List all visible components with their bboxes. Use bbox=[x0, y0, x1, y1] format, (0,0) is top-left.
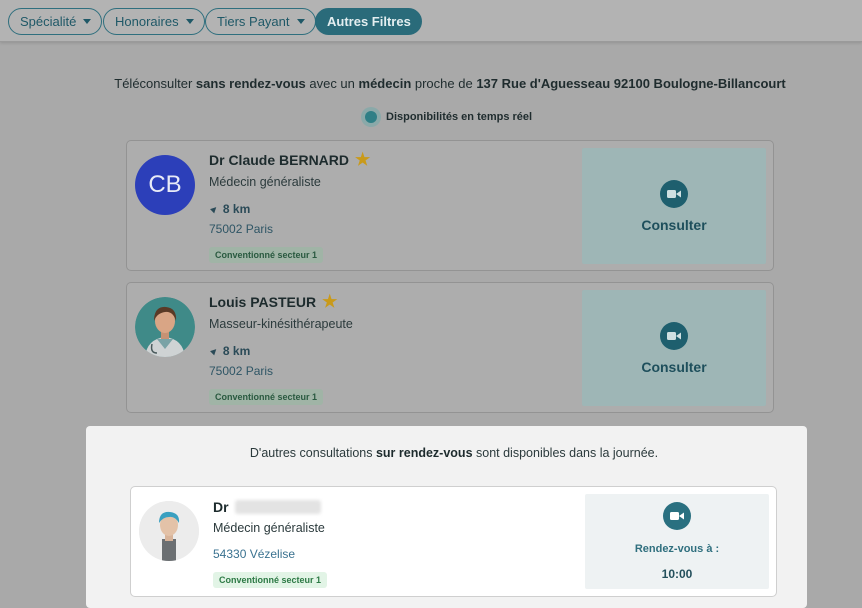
appointment-label: Rendez-vous à : bbox=[634, 543, 720, 555]
doctor-distance: ▲ 8 km bbox=[206, 201, 251, 217]
video-camera-icon bbox=[660, 321, 688, 350]
chevron-down-icon bbox=[296, 19, 305, 24]
chevron-down-icon bbox=[185, 19, 194, 24]
status-badge: Conventionné secteur 1 bbox=[209, 247, 324, 263]
live-indicator-icon bbox=[361, 107, 381, 127]
doctor-specialty: Masseur-kinésithérapeute bbox=[209, 317, 353, 331]
avatar: CB bbox=[135, 155, 195, 215]
chevron-down-icon bbox=[83, 19, 92, 24]
blurred-name bbox=[234, 500, 321, 514]
consult-label: Consulter bbox=[641, 216, 707, 233]
intro-text: proche de bbox=[411, 76, 477, 91]
intro-text: Téléconsulter bbox=[114, 76, 196, 91]
search-intro: Téléconsulter sans rendez-vous avec un m… bbox=[0, 76, 862, 91]
distance-value: 8 km bbox=[222, 344, 251, 358]
message-highlight: sur rendez-vous bbox=[375, 446, 473, 460]
doctor-name-text: Louis PASTEUR bbox=[209, 293, 317, 310]
third-party-filter[interactable]: Tiers Payant bbox=[205, 8, 316, 35]
doctor-name: Dr Claude BERNARD ★ bbox=[209, 151, 370, 168]
doctor-distance: ▲ 8 km bbox=[206, 343, 251, 359]
doctor-name-text: Dr Claude BERNARD bbox=[209, 151, 350, 168]
fees-filter-label: Honoraires bbox=[115, 14, 179, 29]
filter-bar: Spécialité Honoraires Tiers Payant Autre… bbox=[0, 0, 862, 42]
video-camera-icon bbox=[660, 179, 688, 208]
realtime-availability: Disponibilités en temps réel bbox=[361, 107, 532, 127]
avatar bbox=[135, 297, 195, 357]
doctor-card[interactable]: Louis PASTEUR ★ Masseur-kinésithérapeute… bbox=[126, 282, 774, 413]
navigation-arrow-icon: ▲ bbox=[206, 201, 222, 217]
status-badge: Conventionné secteur 1 bbox=[213, 572, 328, 588]
star-icon: ★ bbox=[322, 292, 338, 311]
book-appointment-button[interactable]: Rendez-vous à : 10:00 bbox=[585, 494, 769, 589]
doctor-name: Dr bbox=[213, 499, 321, 515]
doctor-card[interactable]: CB Dr Claude BERNARD ★ Médecin généralis… bbox=[126, 140, 774, 271]
appointment-time: 10:00 bbox=[661, 567, 693, 581]
message-text: D'autres consultations bbox=[249, 446, 376, 460]
realtime-label: Disponibilités en temps réel bbox=[386, 111, 533, 123]
consult-button[interactable]: Consulter bbox=[582, 290, 766, 406]
fees-filter[interactable]: Honoraires bbox=[103, 8, 205, 35]
doctor-city: 75002 Paris bbox=[209, 364, 274, 378]
intro-text: avec un bbox=[305, 76, 359, 91]
more-filters-button[interactable]: Autres Filtres bbox=[315, 8, 422, 35]
intro-no-appointment: sans rendez-vous bbox=[195, 76, 306, 91]
intro-address: 137 Rue d'Aguesseau 92100 Boulogne-Billa… bbox=[476, 76, 786, 91]
doctor-city: 75002 Paris bbox=[209, 222, 274, 236]
consult-label: Consulter bbox=[641, 358, 707, 375]
third-party-filter-label: Tiers Payant bbox=[217, 14, 290, 29]
doctor-specialty: Médecin généraliste bbox=[213, 521, 325, 535]
message-text: sont disponibles dans la journée. bbox=[472, 446, 659, 460]
navigation-arrow-icon: ▲ bbox=[206, 343, 222, 359]
doctor-city: 54330 Vézelise bbox=[213, 547, 296, 561]
status-badge: Conventionné secteur 1 bbox=[209, 389, 324, 405]
doctor-specialty: Médecin généraliste bbox=[209, 175, 321, 189]
consult-button[interactable]: Consulter bbox=[582, 148, 766, 264]
speciality-filter[interactable]: Spécialité bbox=[8, 8, 103, 35]
appointment-panel: D'autres consultations sur rendez-vous s… bbox=[86, 426, 807, 608]
distance-value: 8 km bbox=[222, 202, 251, 216]
more-filters-label: Autres Filtres bbox=[327, 14, 411, 29]
avatar-initials: CB bbox=[148, 171, 182, 198]
avatar bbox=[139, 501, 199, 561]
appointment-message: D'autres consultations sur rendez-vous s… bbox=[86, 446, 822, 460]
speciality-filter-label: Spécialité bbox=[20, 14, 77, 29]
video-camera-icon bbox=[663, 502, 691, 530]
appointment-doctor-card[interactable]: Dr Médecin généraliste 54330 Vézelise Co… bbox=[130, 486, 777, 597]
doctor-name: Louis PASTEUR ★ bbox=[209, 293, 337, 310]
doctor-name-prefix: Dr bbox=[213, 499, 229, 515]
star-icon: ★ bbox=[355, 150, 371, 169]
intro-doctor: médecin bbox=[358, 76, 412, 91]
